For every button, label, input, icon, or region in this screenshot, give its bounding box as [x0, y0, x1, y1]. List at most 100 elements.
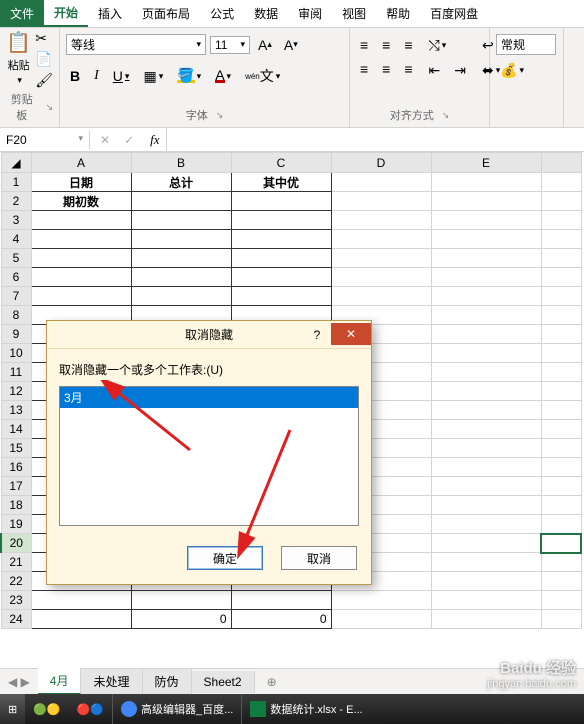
- cell[interactable]: [431, 287, 541, 306]
- cell[interactable]: [541, 610, 581, 629]
- cell[interactable]: [431, 496, 541, 515]
- tab-formulas[interactable]: 公式: [200, 0, 244, 27]
- row-header[interactable]: 15: [1, 439, 31, 458]
- cell[interactable]: [331, 173, 431, 192]
- cell[interactable]: [431, 325, 541, 344]
- cell[interactable]: [431, 458, 541, 477]
- cell[interactable]: [431, 268, 541, 287]
- align-middle-icon[interactable]: ≡: [378, 36, 394, 54]
- row-header[interactable]: 3: [1, 211, 31, 230]
- cell[interactable]: [541, 230, 581, 249]
- row-header[interactable]: 18: [1, 496, 31, 515]
- indent-increase-icon[interactable]: ⇥: [450, 61, 470, 80]
- select-all-corner[interactable]: ◢: [1, 153, 31, 173]
- cell[interactable]: [231, 287, 331, 306]
- cell[interactable]: [31, 249, 131, 268]
- dialog-launcher-icon[interactable]: ↘: [45, 102, 53, 113]
- row-header[interactable]: 21: [1, 553, 31, 572]
- row-header[interactable]: 16: [1, 458, 31, 477]
- paste-button[interactable]: 📋 粘贴 ▾: [6, 30, 31, 86]
- sheet-nav[interactable]: ◀ ▶: [0, 675, 38, 689]
- cell[interactable]: [541, 363, 581, 382]
- fill-color-button[interactable]: 🪣▾: [173, 69, 205, 84]
- cell[interactable]: [231, 192, 331, 211]
- active-cell[interactable]: [541, 534, 581, 553]
- taskbar-pinned[interactable]: 🔴🔵: [69, 694, 112, 724]
- row-header[interactable]: 1: [1, 173, 31, 192]
- cell[interactable]: 日期: [31, 173, 131, 192]
- cell[interactable]: [431, 439, 541, 458]
- cell[interactable]: [431, 192, 541, 211]
- tab-data[interactable]: 数据: [244, 0, 288, 27]
- cell[interactable]: [541, 420, 581, 439]
- cell[interactable]: [131, 249, 231, 268]
- align-center-icon[interactable]: ≡: [378, 60, 394, 78]
- align-bottom-icon[interactable]: ≡: [400, 36, 416, 54]
- cell[interactable]: [541, 401, 581, 420]
- start-button[interactable]: ⊞: [0, 694, 25, 724]
- cell[interactable]: 总计: [131, 173, 231, 192]
- cell[interactable]: [331, 610, 431, 629]
- cell[interactable]: [541, 477, 581, 496]
- row-header[interactable]: 19: [1, 515, 31, 534]
- taskbar-app-excel[interactable]: 数据统计.xlsx - E...: [241, 694, 370, 724]
- cell[interactable]: [541, 591, 581, 610]
- cell[interactable]: [31, 610, 131, 629]
- cell[interactable]: [431, 591, 541, 610]
- cancel-formula-icon[interactable]: ✕: [100, 133, 110, 147]
- cell[interactable]: [431, 553, 541, 572]
- formula-input[interactable]: [166, 128, 584, 151]
- tab-view[interactable]: 视图: [332, 0, 376, 27]
- cell[interactable]: [31, 230, 131, 249]
- dialog-launcher-icon[interactable]: ↘: [442, 110, 450, 121]
- orientation-icon[interactable]: ⤭▾: [425, 36, 451, 55]
- underline-button[interactable]: U▾: [109, 67, 134, 85]
- cut-icon[interactable]: ✂: [35, 30, 53, 47]
- row-header[interactable]: 12: [1, 382, 31, 401]
- cell[interactable]: [331, 591, 431, 610]
- cell[interactable]: [541, 515, 581, 534]
- confirm-formula-icon[interactable]: ✓: [124, 133, 134, 147]
- cell[interactable]: 其中优: [231, 173, 331, 192]
- row-header[interactable]: 5: [1, 249, 31, 268]
- sheet-tab-anticounterfeit[interactable]: 防伪: [143, 669, 192, 694]
- cell[interactable]: [431, 211, 541, 230]
- border-button[interactable]: ▦▾: [139, 67, 167, 86]
- cell[interactable]: [331, 192, 431, 211]
- cell[interactable]: [231, 268, 331, 287]
- col-header-F[interactable]: [541, 153, 581, 173]
- help-icon[interactable]: ?: [303, 328, 331, 342]
- cell[interactable]: [131, 268, 231, 287]
- row-header[interactable]: 10: [1, 344, 31, 363]
- col-header-A[interactable]: A: [31, 153, 131, 173]
- phonetic-button[interactable]: wén文▾: [241, 65, 284, 87]
- row-header[interactable]: 6: [1, 268, 31, 287]
- row-header[interactable]: 23: [1, 591, 31, 610]
- ok-button[interactable]: 确定: [187, 546, 263, 570]
- cell[interactable]: [541, 192, 581, 211]
- cell[interactable]: [431, 534, 541, 553]
- sheet-tab-unprocessed[interactable]: 未处理: [81, 669, 142, 694]
- close-icon[interactable]: ✕: [331, 323, 371, 345]
- cell[interactable]: [431, 173, 541, 192]
- currency-icon[interactable]: 💰▾: [496, 61, 528, 80]
- cell[interactable]: [431, 306, 541, 325]
- cell[interactable]: [231, 211, 331, 230]
- row-header[interactable]: 14: [1, 420, 31, 439]
- cell[interactable]: [541, 249, 581, 268]
- tab-baidu[interactable]: 百度网盘: [420, 0, 488, 27]
- cell[interactable]: [131, 591, 231, 610]
- sheet-tab-april[interactable]: 4月: [38, 668, 82, 695]
- bold-button[interactable]: B: [66, 67, 84, 85]
- tab-help[interactable]: 帮助: [376, 0, 420, 27]
- col-header-E[interactable]: E: [431, 153, 541, 173]
- cell[interactable]: [231, 249, 331, 268]
- row-header[interactable]: 22: [1, 572, 31, 591]
- row-header[interactable]: 11: [1, 363, 31, 382]
- col-header-C[interactable]: C: [231, 153, 331, 173]
- col-header-D[interactable]: D: [331, 153, 431, 173]
- font-size-combo[interactable]: 11▾: [210, 36, 250, 54]
- number-format-combo[interactable]: 常规: [496, 34, 556, 55]
- cell[interactable]: [331, 268, 431, 287]
- tab-review[interactable]: 审阅: [288, 0, 332, 27]
